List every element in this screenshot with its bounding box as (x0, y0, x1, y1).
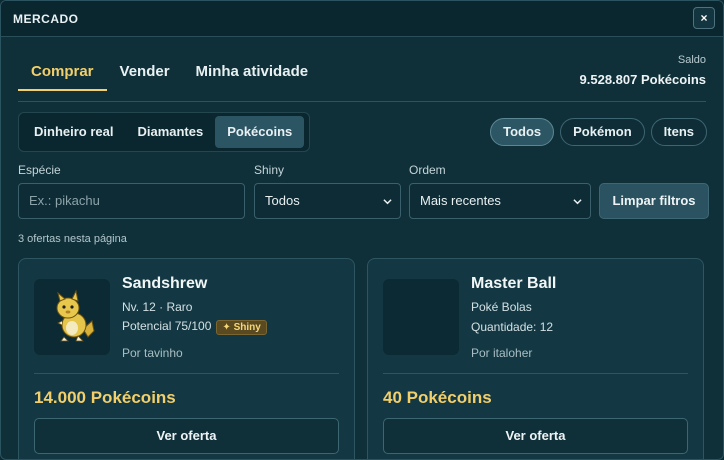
offer-thumbnail (34, 279, 110, 355)
currency-pokecoins-button[interactable]: Pokécoins (215, 116, 305, 148)
species-placeholder: Ex.: pikachu (29, 193, 100, 208)
balance: Saldo 9.528.807 Pokécoins (580, 54, 706, 87)
type-pokemon-button[interactable]: Pokémon (560, 118, 645, 146)
offer-level: Nv. 12 · Raro (122, 300, 193, 314)
shiny-label: Shiny (254, 163, 285, 177)
type-itens-button[interactable]: Itens (650, 118, 707, 146)
offer-name: Sandshrew (122, 275, 208, 292)
offer-price: 40 Pokécoins (383, 388, 492, 407)
offer-seller: Por tavinho (122, 346, 183, 360)
currency-diamantes-button[interactable]: Diamantes (125, 116, 215, 148)
offer-potential-row: Potencial 75/100 ✦ Shiny (122, 319, 267, 335)
balance-value: 9.528.807 Pokécoins (579, 72, 706, 87)
main-tabs: Comprar Vender Minha atividade (18, 59, 321, 91)
species-input[interactable]: Ex.: pikachu (18, 183, 245, 219)
close-button[interactable]: × (693, 7, 715, 29)
header-divider (18, 101, 706, 102)
offer-card: Sandshrew Nv. 12 · Raro Potencial 75/100… (18, 258, 355, 459)
shiny-badge: ✦ Shiny (216, 320, 267, 335)
shiny-select[interactable]: Todos (254, 183, 401, 219)
offer-seller: Por italoher (471, 346, 533, 360)
offer-thumbnail (383, 279, 459, 355)
shiny-select-value: Todos (265, 193, 300, 208)
currency-dinheiro-real-button[interactable]: Dinheiro real (22, 116, 125, 148)
market-window: MERCADO × Comprar Vender Minha atividade… (0, 0, 724, 460)
offer-count: 3 ofertas nesta página (18, 233, 127, 245)
title-bar: MERCADO × (1, 1, 723, 37)
card-divider (34, 373, 339, 374)
offer-price: 14.000 Pokécoins (34, 388, 176, 407)
offer-category: Poké Bolas (471, 300, 532, 314)
sandshrew-sprite-icon (56, 289, 95, 342)
tab-comprar[interactable]: Comprar (18, 59, 107, 91)
balance-label: Saldo (677, 54, 706, 66)
clear-filters-button[interactable]: Limpar filtros (599, 183, 709, 219)
order-label: Ordem (409, 163, 446, 177)
species-label: Espécie (18, 163, 61, 177)
close-icon: × (700, 11, 708, 25)
offer-card: Master Ball Poké Bolas Quantidade: 12 Po… (367, 258, 704, 459)
type-todos-button[interactable]: Todos (490, 118, 555, 146)
type-filter: Todos Pokémon Itens (490, 118, 707, 146)
offer-quantity: Quantidade: 12 (471, 320, 554, 334)
offer-potential: Potencial 75/100 (122, 319, 212, 333)
currency-filter: Dinheiro real Diamantes Pokécoins (18, 112, 310, 152)
order-select-value: Mais recentes (420, 193, 501, 208)
chevron-down-icon (383, 199, 392, 205)
view-offer-button[interactable]: Ver oferta (34, 418, 339, 454)
view-offer-button[interactable]: Ver oferta (383, 418, 688, 454)
order-select[interactable]: Mais recentes (409, 183, 591, 219)
offer-name: Master Ball (471, 275, 557, 292)
card-divider (383, 373, 688, 374)
tab-vender[interactable]: Vender (107, 59, 183, 91)
window-title: MERCADO (13, 12, 79, 26)
chevron-down-icon (573, 199, 582, 205)
tab-minha-atividade[interactable]: Minha atividade (183, 59, 322, 91)
